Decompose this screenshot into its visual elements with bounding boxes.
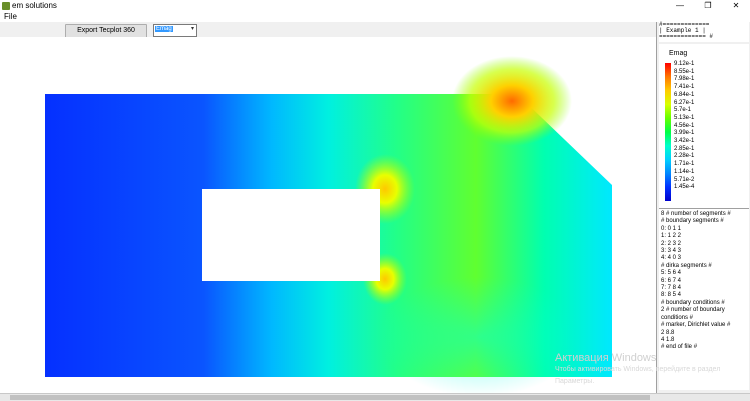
legend-label: 6.27e-1 [674,99,695,106]
menu-file[interactable]: File [4,12,17,21]
right-panel: #============= | Example 1 | ===========… [656,22,750,393]
script-line: 5: 5 6 4 [661,270,682,277]
legend-label: 1.45e-4 [674,184,695,191]
legend-labels: 9.12e-1 8.55e-1 7.98e-1 7.41e-1 6.84e-1 … [674,61,694,192]
legend-label: 4.56e-1 [674,122,695,129]
field-select[interactable]: Emag ▾ [153,24,197,37]
scrollbar-thumb[interactable] [10,395,650,400]
script-line: 3: 3 4 3 [661,248,682,255]
field-select-value: Emag [155,26,173,32]
legend-label: 6.84e-1 [674,91,695,98]
script-line: # dirka segments # [661,262,712,269]
script-line: # boundary conditions # [661,299,725,306]
chevron-down-icon[interactable]: ▾ [191,25,194,32]
script-line: 8 # number of segments # [661,211,731,217]
legend-label: 5.71e-2 [674,176,695,183]
color-legend: Emag 9.12e-1 8.55e-1 7.98e-1 7.41e-1 6.8… [659,44,749,228]
export-tecplot-button[interactable]: Export Tecplot 360 [65,24,147,38]
legend-label: 3.99e-1 [674,130,695,137]
legend-label: 5.7e-1 [674,107,692,114]
legend-label: 3.42e-1 [674,138,695,145]
script-line: 4 1.8 [661,336,675,343]
script-line: 2 8.8 [661,329,675,336]
script-line: 1: 1 2 2 [661,233,682,240]
script-line: 7: 7 8 4 [661,285,682,292]
hole-rectangle [202,189,380,281]
window-title: em solutions [12,1,57,10]
legend-label: 7.98e-1 [674,76,695,83]
legend-label: 8.55e-1 [674,68,695,75]
legend-label: 2.28e-1 [674,153,695,160]
title-bar: em solutions — ❐ ✕ [0,0,750,12]
script-line: # marker, Dirichlet value # [661,322,731,329]
watermark-text: Параметры. [555,378,595,385]
app-icon [2,2,10,10]
hotspot-top-corner [452,56,572,146]
legend-label: 1.14e-1 [674,168,695,175]
plot-canvas[interactable] [0,37,656,397]
close-button[interactable]: ✕ [722,0,750,12]
restore-button[interactable]: ❐ [694,0,722,12]
legend-label: 1.71e-1 [674,161,695,168]
script-line: 2: 2 3 2 [661,240,682,247]
script-line: 4: 4 0 3 [661,255,682,262]
legend-title: Emag [669,50,688,57]
legend-label: 2.85e-1 [674,145,695,152]
minimize-button[interactable]: — [666,0,694,12]
script-line: # boundary segments # [661,218,724,225]
header-text: #============= | Example 1 | ===========… [659,22,749,42]
cyan-region [380,277,580,397]
activation-watermark: Активация Windows Чтобы активировать Win… [555,352,720,388]
menu-bar: File [0,12,750,22]
field-plot [45,56,612,397]
script-line: # end of file # [661,344,698,351]
watermark-title: Активация Windows [555,352,657,364]
legend-color-bar [665,63,671,201]
script-line: 8: 8 5 4 [661,292,682,299]
legend-label: 7.41e-1 [674,84,695,91]
legend-label: 5.13e-1 [674,114,695,121]
script-line: 0: 0 1 1 [661,225,682,232]
header-line: ============= # [659,33,714,40]
watermark-text: Чтобы активировать Windows, перейдите в … [555,366,721,373]
script-line: 6: 6 7 4 [661,277,682,284]
legend-label: 9.12e-1 [674,61,695,67]
script-line: 2 # number of boundary conditions # [661,307,725,321]
toolbar: Export Tecplot 360 Emag ▾ [0,22,655,38]
